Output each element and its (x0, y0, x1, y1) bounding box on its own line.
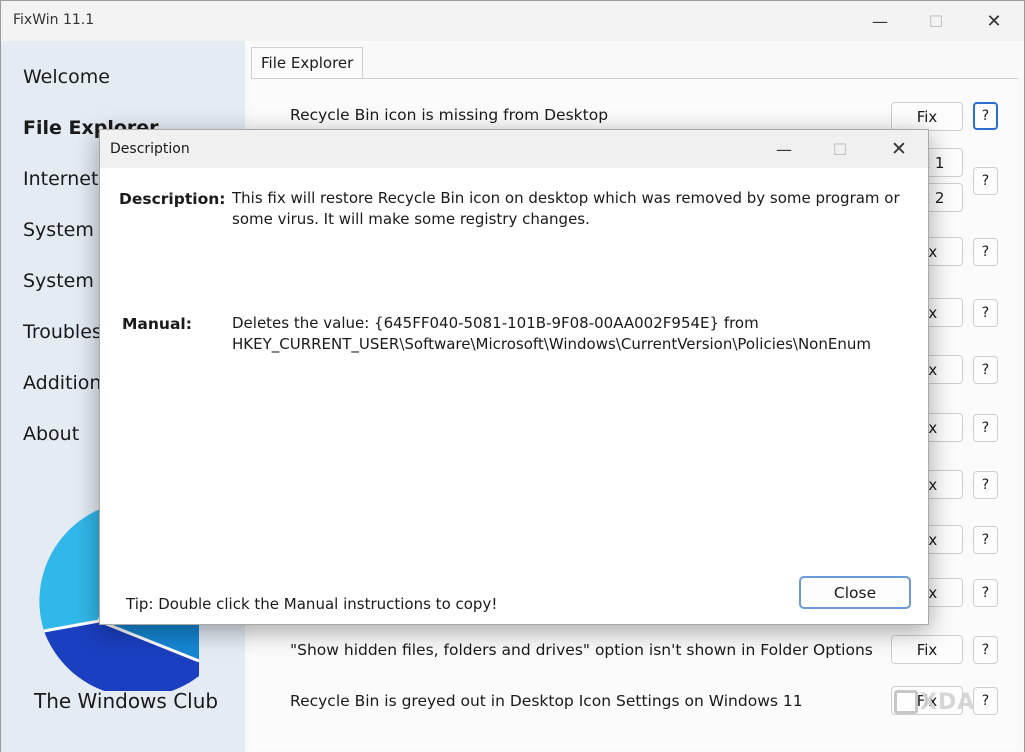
description-dialog: Description — ☐ ✕ Description: This fix … (99, 129, 929, 625)
description-text: This fix will restore Recycle Bin icon o… (232, 189, 900, 228)
help-button[interactable]: ? (973, 636, 998, 664)
title-bar: FixWin 11.1 — ☐ ✕ (1, 1, 1024, 41)
dialog-maximize-button[interactable]: ☐ (820, 135, 860, 163)
manual-text[interactable]: Deletes the value: {645FF040-5081-101B-9… (232, 313, 912, 355)
manual-label: Manual: (122, 315, 192, 333)
sidebar-item-welcome[interactable]: Welcome (23, 66, 110, 88)
close-icon: ✕ (986, 10, 1002, 32)
sidebar-item-about[interactable]: About (23, 423, 79, 445)
help-button[interactable]: ? (973, 526, 998, 554)
dialog-close-x-button[interactable]: ✕ (879, 135, 919, 163)
help-button[interactable]: ? (973, 414, 998, 442)
watermark-text: XDA (920, 689, 976, 715)
xda-logo-icon (894, 690, 918, 714)
help-button[interactable]: ? (973, 299, 998, 327)
help-button[interactable]: ? (973, 102, 998, 130)
help-button[interactable]: ? (973, 356, 998, 384)
minimize-icon: — (872, 11, 888, 31)
manual-text-line: HKEY_CURRENT_USER\Software\Microsoft\Win… (232, 335, 871, 353)
app-title: FixWin 11.1 (13, 12, 95, 28)
help-button[interactable]: ? (973, 167, 998, 195)
fix-row-label: "Show hidden files, folders and drives" … (290, 641, 873, 659)
help-button[interactable]: ? (973, 238, 998, 266)
minimize-button[interactable]: — (857, 7, 903, 35)
maximize-icon: ☐ (928, 11, 944, 31)
manual-text-line: Deletes the value: {645FF040-5081-101B-9… (232, 314, 759, 332)
close-button[interactable]: Close (799, 576, 911, 609)
close-icon: ✕ (891, 138, 907, 160)
tab-file-explorer[interactable]: File Explorer (251, 47, 364, 79)
dialog-minimize-button[interactable]: — (764, 135, 804, 163)
close-window-button[interactable]: ✕ (971, 7, 1017, 35)
tip-text: Tip: Double click the Manual instruction… (126, 595, 498, 613)
fix-row-label: Recycle Bin is greyed out in Desktop Ico… (290, 692, 803, 710)
app-window: FixWin 11.1 — ☐ ✕ Welcome File Explorer … (0, 0, 1025, 752)
fix-button[interactable]: Fix (891, 635, 963, 664)
fix-row-label: Recycle Bin icon is missing from Desktop (290, 106, 609, 124)
fix-button[interactable]: Fix (891, 102, 963, 131)
brand-name: The Windows Club (34, 689, 219, 713)
xda-watermark: XDA (894, 687, 994, 717)
dialog-title-bar: Description — ☐ ✕ (100, 130, 928, 168)
dialog-title: Description (110, 141, 190, 157)
help-button[interactable]: ? (973, 579, 998, 607)
maximize-icon: ☐ (832, 139, 848, 159)
description-label: Description: (119, 190, 226, 208)
maximize-button[interactable]: ☐ (913, 7, 959, 35)
help-button[interactable]: ? (973, 471, 998, 499)
minimize-icon: — (776, 139, 792, 159)
